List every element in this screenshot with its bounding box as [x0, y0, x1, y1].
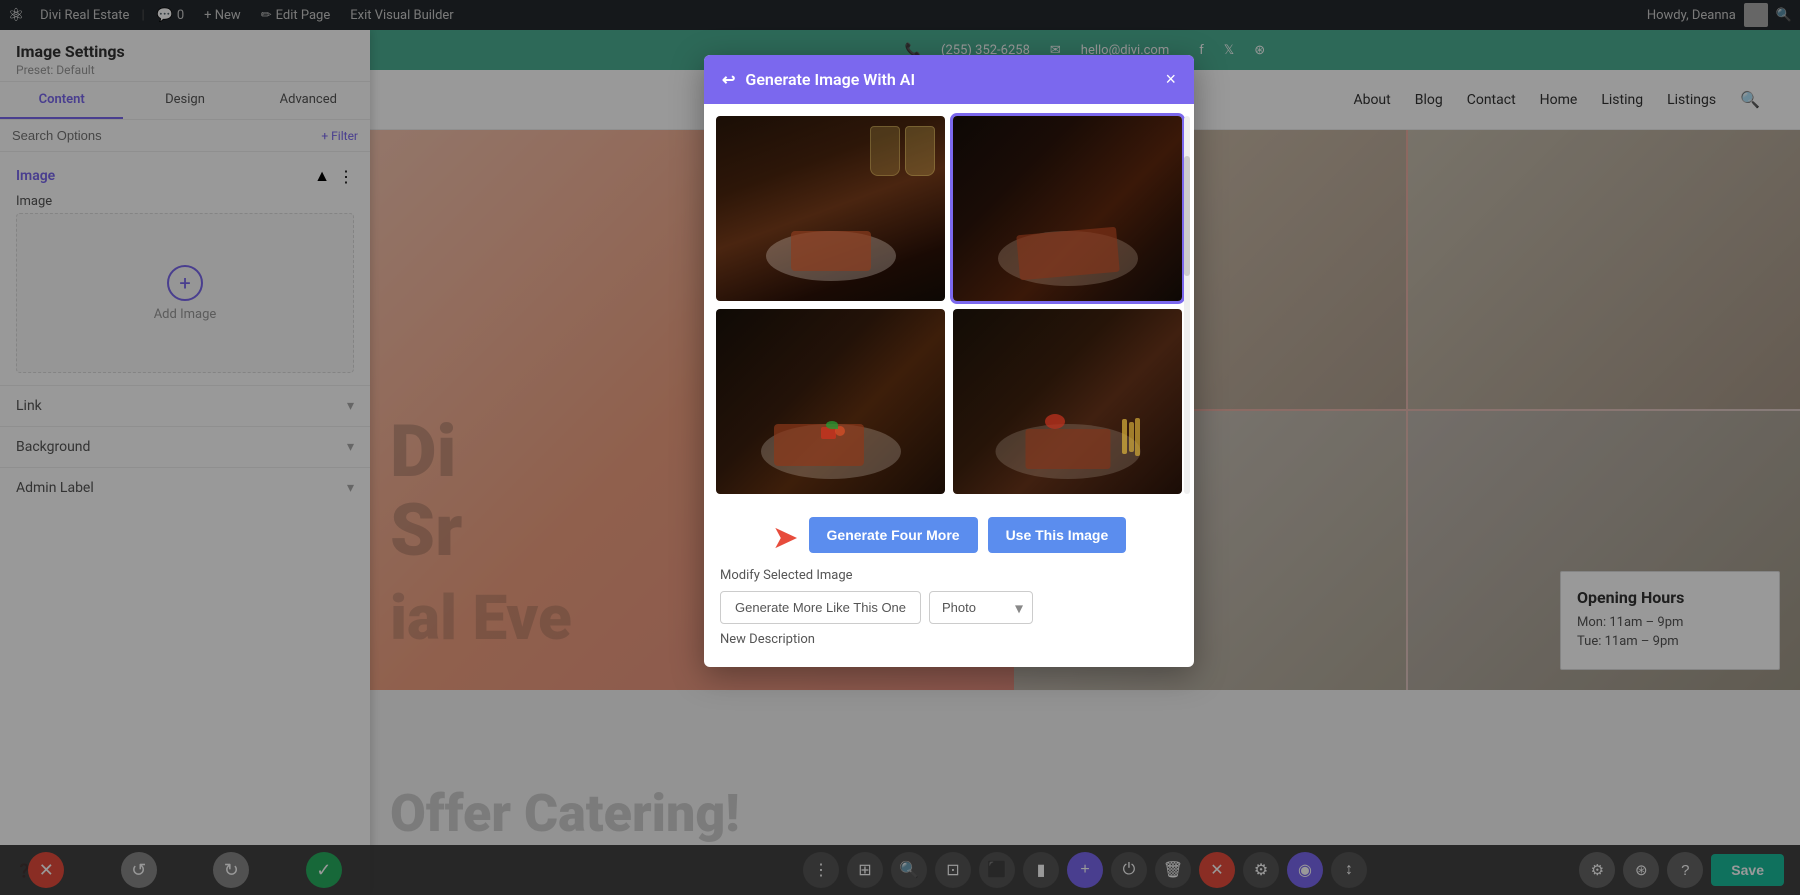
- generate-like-button[interactable]: Generate More Like This One: [720, 591, 921, 624]
- ai-image-3[interactable]: [716, 309, 945, 494]
- ai-image-grid: [716, 116, 1182, 494]
- ai-modal-title: ↩ Generate Image With AI: [722, 70, 915, 89]
- style-select-wrapper[interactable]: Photo Illustration Painting Sketch: [929, 591, 1033, 624]
- modal-scrollbar[interactable]: [1184, 116, 1190, 494]
- ai-modal-title-text: Generate Image With AI: [745, 70, 915, 89]
- ai-modal-body: ➤ Generate Four More Use This Image Modi…: [704, 104, 1194, 667]
- new-description-label: New Description: [720, 632, 1178, 647]
- style-select[interactable]: Photo Illustration Painting Sketch: [929, 591, 1033, 624]
- back-arrow-icon[interactable]: ↩: [722, 70, 735, 89]
- modify-section-label: Modify Selected Image: [720, 568, 1178, 583]
- modify-section: Modify Selected Image Generate More Like…: [716, 568, 1182, 655]
- use-this-image-button[interactable]: Use This Image: [988, 517, 1127, 553]
- ai-modal-close-button[interactable]: ×: [1165, 69, 1176, 90]
- modify-controls: Generate More Like This One Photo Illust…: [720, 591, 1178, 624]
- arrow-indicator-icon: ➤: [772, 518, 799, 556]
- modal-actions: ➤ Generate Four More Use This Image: [716, 506, 1182, 568]
- modal-scrollbar-thumb: [1184, 156, 1190, 276]
- ai-image-4[interactable]: [953, 309, 1182, 494]
- ai-modal-header: ↩ Generate Image With AI ×: [704, 55, 1194, 104]
- ai-image-1[interactable]: [716, 116, 945, 301]
- modal-scroll-area: [716, 116, 1182, 494]
- generate-four-more-button[interactable]: Generate Four More: [809, 517, 978, 553]
- ai-image-2[interactable]: [953, 116, 1182, 301]
- ai-generate-modal: ↩ Generate Image With AI ×: [704, 55, 1194, 667]
